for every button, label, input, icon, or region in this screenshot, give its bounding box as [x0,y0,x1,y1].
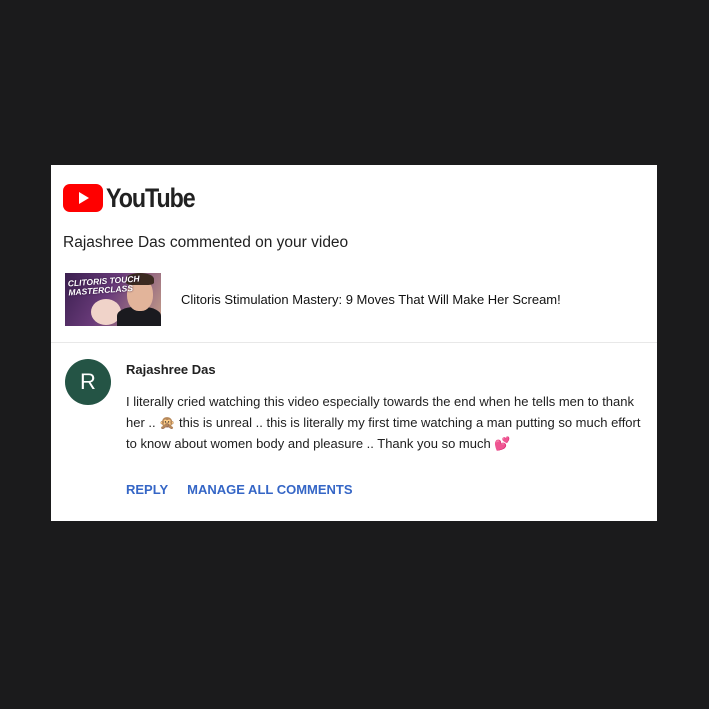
notification-headline: Rajashree Das commented on your video [63,234,349,251]
youtube-play-icon [63,184,103,212]
video-row[interactable]: CLITORIS TOUCH MASTERCLASS Clitoris Stim… [65,272,561,326]
comment-body: I literally cried watching this video es… [126,394,641,451]
youtube-wordmark: YouTube [106,183,196,213]
notification-card: YouTube Rajashree Das commented on your … [51,165,657,521]
manage-all-comments-button[interactable]: MANAGE ALL COMMENTS [187,482,352,497]
divider [51,342,657,343]
reply-button[interactable]: REPLY [126,482,168,497]
youtube-logo[interactable]: YouTube [63,183,209,213]
avatar[interactable]: R [65,359,111,405]
video-thumbnail[interactable]: CLITORIS TOUCH MASTERCLASS [65,272,161,326]
video-title[interactable]: Clitoris Stimulation Mastery: 9 Moves Th… [181,292,561,307]
comment-author: Rajashree Das [126,362,216,377]
comment-actions: REPLY MANAGE ALL COMMENTS [126,482,353,497]
